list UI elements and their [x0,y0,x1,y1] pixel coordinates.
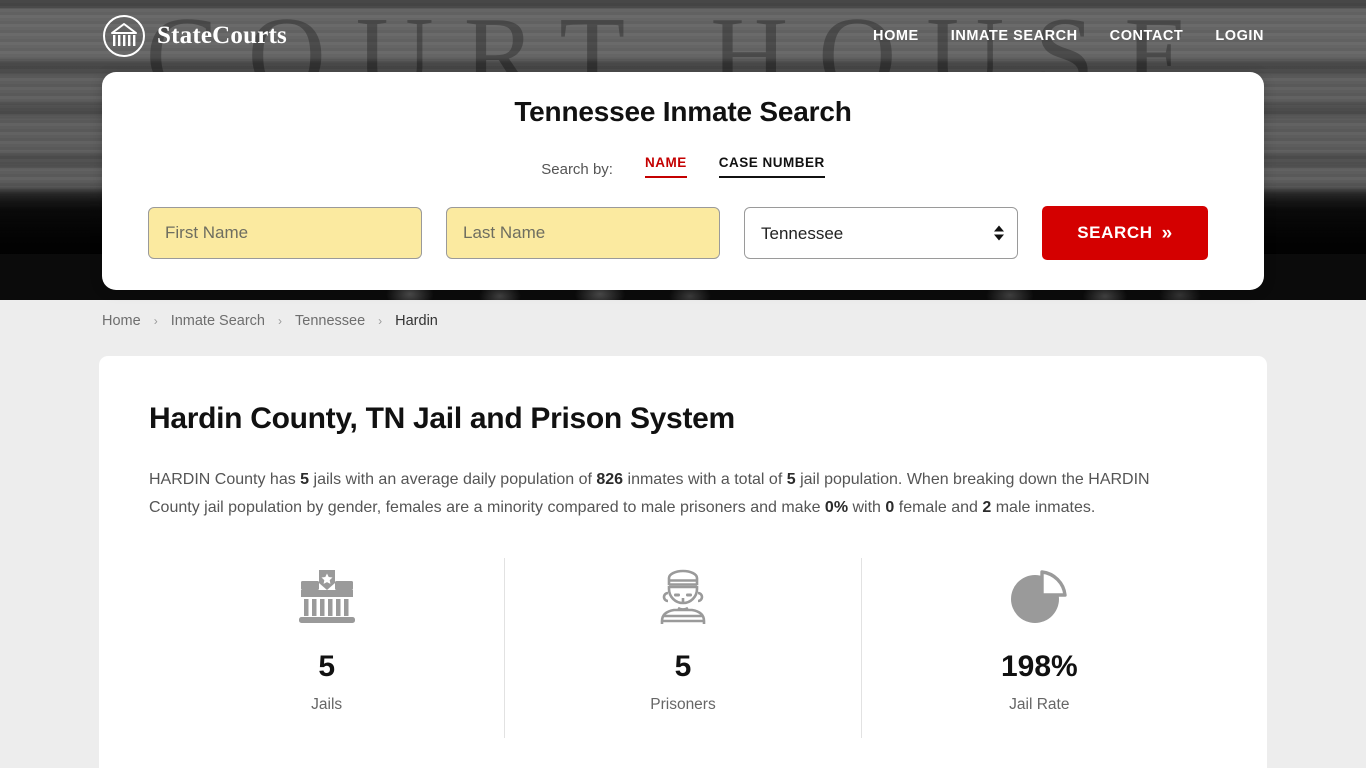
tab-search-by-name[interactable]: NAME [644,155,687,178]
breadcrumb-item-home[interactable]: Home [102,313,141,329]
search-button[interactable]: SEARCH » [1042,206,1208,260]
courthouse-circle-logo-icon [103,15,145,57]
intro-text: with [848,499,886,516]
intro-jails-count: 5 [300,471,310,488]
breadcrumb: Home › Inmate Search › Tennessee › Hardi… [0,300,1366,342]
stat-prisoners-label: Prisoners [650,696,716,713]
county-content-card: Hardin County, TN Jail and Prison System… [99,356,1267,768]
state-select-wrapper: Tennessee [744,207,1018,259]
intro-text: male inmates. [991,499,1096,516]
top-navigation-bar: StateCourts HOME INMATE SEARCH CONTACT L… [0,0,1366,72]
state-select[interactable]: Tennessee [744,207,1018,259]
breadcrumb-item-tennessee[interactable]: Tennessee [295,313,365,329]
intro-text: female and [894,499,983,516]
first-name-input[interactable] [148,207,422,259]
main-nav: HOME INMATE SEARCH CONTACT LOGIN [873,28,1264,44]
nav-item-login[interactable]: LOGIN [1215,28,1264,44]
nav-item-contact[interactable]: CONTACT [1110,28,1184,44]
intro-text: inmates with a total of [623,471,787,488]
stat-jail-rate: 198% Jail Rate [860,558,1217,738]
search-button-label: SEARCH [1077,223,1153,242]
stat-prisoners: 5 Prisoners [504,558,860,738]
stat-prisoners-value: 5 [674,650,692,683]
nav-item-inmate-search[interactable]: INMATE SEARCH [951,28,1078,44]
intro-avg-daily-population: 826 [596,471,624,488]
pie-chart-icon [862,566,1217,628]
county-summary-paragraph: HARDIN County has 5 jails with an averag… [149,466,1195,522]
intro-female-count: 0 [885,499,895,516]
last-name-input[interactable] [446,207,720,259]
stat-jails-label: Jails [311,696,343,713]
stat-jails: 5 Jails [149,558,504,738]
double-chevron-right-icon: » [1161,222,1173,244]
stat-jail-rate-label: Jail Rate [1009,696,1070,713]
tab-search-by-case-number[interactable]: CASE NUMBER [718,155,825,178]
breadcrumb-separator-icon: › [378,314,383,328]
breadcrumb-item-inmate-search[interactable]: Inmate Search [171,313,265,329]
search-by-label: Search by: [541,161,613,178]
intro-male-count: 2 [982,499,992,516]
intro-text: jails with an average daily population o… [309,471,597,488]
county-stats-row: 5 Jails 5 Prisoners 198% Jail Rate [149,558,1217,738]
breadcrumb-separator-icon: › [278,314,282,328]
brand-name: StateCourts [157,22,287,49]
stat-jails-value: 5 [318,650,335,683]
search-form: Tennessee SEARCH » [148,206,1218,260]
jail-building-icon [149,566,504,628]
nav-item-home[interactable]: HOME [873,28,919,44]
intro-female-percent: 0% [824,499,849,516]
breadcrumb-item-hardin: Hardin [395,313,438,329]
brand-logo-link[interactable]: StateCourts [102,14,287,58]
stat-jail-rate-value: 198% [1000,650,1078,683]
inmate-search-card: Tennessee Inmate Search Search by: NAME … [102,72,1264,290]
intro-text: HARDIN County has [149,471,301,488]
breadcrumb-separator-icon: › [153,314,158,328]
intro-total-jail-population: 5 [786,471,796,488]
search-card-title: Tennessee Inmate Search [514,96,852,127]
search-by-row: Search by: NAME CASE NUMBER [148,152,1218,178]
page-title: Hardin County, TN Jail and Prison System [149,402,735,435]
prisoner-icon [505,566,860,628]
